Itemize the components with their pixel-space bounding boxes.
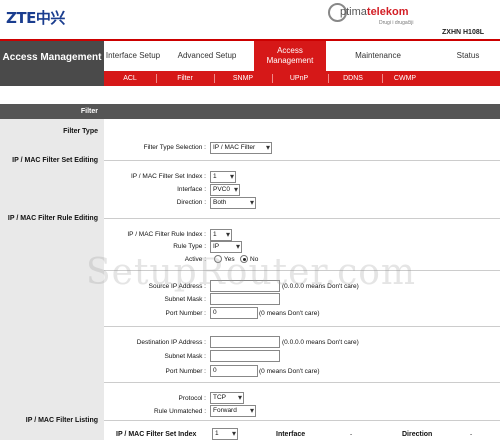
subtab-upnp[interactable]: UPnP	[276, 71, 322, 86]
zte-logo: ZTE中兴	[6, 9, 65, 27]
dest-port-input[interactable]: 0	[210, 365, 258, 377]
chevron-down-icon: ▾	[233, 185, 238, 194]
optima-tagline: Drugi i drugačiji	[379, 20, 414, 26]
section-divider	[104, 382, 500, 383]
chevron-down-icon: ▾	[249, 198, 254, 207]
watermark: SetupRouter.com	[86, 252, 417, 293]
subtab-filter[interactable]: Filter	[162, 71, 208, 86]
interface-select[interactable]: PVC0 ▾	[210, 184, 240, 196]
set-index-label: IP / MAC Filter Set Index :	[130, 173, 206, 180]
chevron-down-icon: ▾	[235, 242, 240, 251]
dest-port-note: (0 means Don't care)	[259, 368, 320, 375]
dest-ip-input[interactable]	[210, 336, 280, 348]
optima-brand: ptimatelekom	[340, 6, 409, 18]
listing-direction-label: Direction	[402, 431, 433, 438]
listing-set-index-select[interactable]: 1 ▾	[212, 428, 238, 440]
current-section-title: Access Management	[0, 41, 104, 86]
subtab-separator	[272, 74, 273, 83]
tab-access-management[interactable]: Access Management	[254, 41, 326, 71]
subtab-snmp[interactable]: SNMP	[220, 71, 266, 86]
subtab-separator	[214, 74, 215, 83]
subtab-ddns[interactable]: DDNS	[330, 71, 376, 86]
section-rule-editing: IP / MAC Filter Rule Editing	[7, 215, 98, 222]
page-title: Filter	[0, 104, 500, 119]
set-index-select[interactable]: 1 ▾	[210, 171, 236, 183]
section-divider	[104, 218, 500, 219]
section-divider	[104, 160, 500, 161]
protocol-select[interactable]: TCP ▾	[210, 392, 244, 404]
section-set-editing: IP / MAC Filter Set Editing	[12, 157, 98, 164]
protocol-label: Protocol :	[178, 395, 206, 402]
model-name: ZXHN H108L	[442, 29, 485, 36]
chevron-down-icon: ▾	[231, 429, 236, 438]
dest-port-label: Port Number :	[165, 368, 206, 375]
chevron-down-icon: ▾	[265, 143, 270, 152]
listing-set-index-label: IP / MAC Filter Set Index	[116, 431, 197, 438]
subtab-acl[interactable]: ACL	[108, 71, 152, 86]
chevron-down-icon: ▾	[229, 172, 234, 181]
dest-mask-label: Subnet Mask :	[164, 353, 206, 360]
dest-ip-note: (0.0.0.0 means Don't care)	[282, 339, 359, 346]
rule-unmatched-select[interactable]: Forward ▾	[210, 405, 256, 417]
direction-select[interactable]: Both ▾	[210, 197, 256, 209]
chevron-down-icon: ▾	[237, 393, 242, 402]
section-listing: IP / MAC Filter Listing	[25, 417, 98, 424]
subtab-separator	[156, 74, 157, 83]
source-port-label: Port Number :	[165, 310, 206, 317]
rule-type-label: Rule Type :	[173, 243, 206, 250]
section-divider	[104, 326, 500, 327]
filter-type-label: Filter Type Selection :	[143, 144, 206, 151]
section-divider	[104, 420, 500, 421]
listing-interface-value: -	[350, 431, 353, 438]
dest-mask-input[interactable]	[210, 350, 280, 362]
dest-ip-label: Destination IP Address :	[136, 339, 206, 346]
subtab-cwmp[interactable]: CWMP	[384, 71, 426, 86]
chevron-down-icon: ▾	[249, 406, 254, 415]
source-mask-label: Subnet Mask :	[164, 296, 206, 303]
listing-interface-label: Interface	[276, 431, 306, 438]
rule-index-label: IP / MAC Filter Rule Index :	[127, 231, 206, 238]
tab-status[interactable]: Status	[440, 41, 496, 71]
filter-type-select[interactable]: IP / MAC Filter ▾	[210, 142, 272, 154]
listing-direction-value: -	[470, 431, 473, 438]
subtab-separator	[382, 74, 383, 83]
rule-index-select[interactable]: 1 ▾	[210, 229, 232, 241]
source-mask-input[interactable]	[210, 293, 280, 305]
tab-maintenance[interactable]: Maintenance	[340, 41, 416, 71]
interface-label: Interface :	[177, 186, 206, 193]
tab-advanced-setup[interactable]: Advanced Setup	[176, 41, 238, 71]
source-port-note: (0 means Don't care)	[259, 310, 320, 317]
source-port-input[interactable]: 0	[210, 307, 258, 319]
chevron-down-icon: ▾	[225, 230, 230, 239]
subtab-separator	[328, 74, 329, 83]
direction-label: Direction :	[176, 199, 206, 206]
rule-unmatched-label: Rule Unmatched :	[153, 408, 206, 415]
section-filter-type: Filter Type	[63, 128, 98, 135]
tab-interface-setup[interactable]: Interface Setup	[104, 41, 162, 71]
